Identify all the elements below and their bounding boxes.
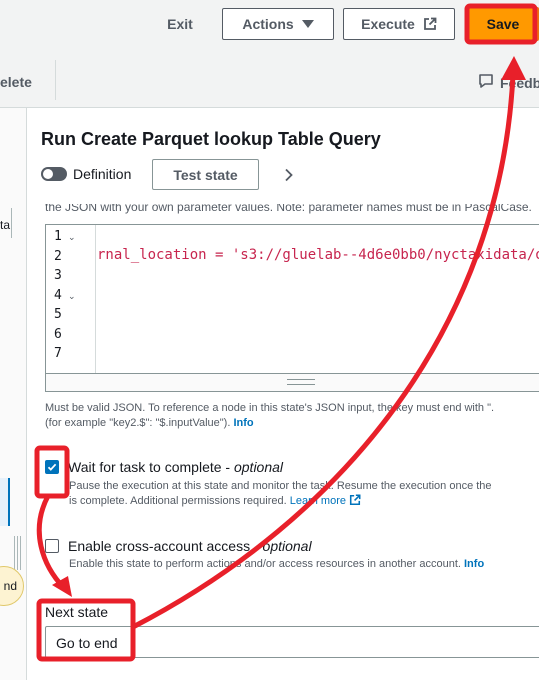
fold-chevron-icon[interactable]: ⌄ (68, 232, 76, 243)
line-number: 1 (54, 229, 62, 244)
desc-line: is complete. Additional permissions requ… (69, 494, 492, 509)
feedback-button[interactable]: Feedb (478, 73, 539, 92)
wait-label-text: Wait for task to complete - (68, 459, 234, 475)
canvas-node-label: nd (3, 579, 17, 593)
canvas-connector (11, 208, 12, 238)
line-number-gutter: 1 ⌄ 2 3 4 ⌄ 5 6 7 (46, 225, 96, 373)
help-example: (for example "key2.$": "$.inputValue"). (45, 417, 231, 429)
optional-tag: optional (233, 459, 284, 475)
top-bar: Exit Actions Execute Save (0, 0, 539, 50)
test-state-button[interactable]: Test state (152, 159, 259, 190)
save-button[interactable]: Save (467, 7, 539, 41)
optional-tag: optional (262, 538, 312, 554)
actions-button[interactable]: Actions (222, 8, 334, 40)
code-line[interactable]: rnal_location = 's3://gluelab--4d6e0bb0/… (97, 247, 539, 263)
toolbar-divider (55, 60, 56, 100)
definition-label: Definition (73, 166, 132, 182)
canvas-end-node[interactable]: nd (0, 566, 24, 606)
editor-footer (46, 373, 539, 391)
actions-label: Actions (242, 16, 294, 32)
desc-line: Pause the execution at this state and mo… (69, 480, 492, 492)
help-line: Must be valid JSON. To reference a node … (45, 402, 495, 414)
execute-button[interactable]: Execute (343, 8, 455, 40)
feedback-icon (478, 73, 494, 92)
definition-toggle[interactable] (41, 167, 67, 181)
learn-more-link[interactable]: Learn more (290, 495, 346, 507)
next-state-label: Next state (45, 604, 109, 620)
line-number: 4 (54, 288, 62, 303)
api-parameters-editor[interactable]: 1 ⌄ 2 3 4 ⌄ 5 6 7 rnal_location = 's3://… (45, 224, 539, 392)
line-number: 3 (54, 268, 62, 283)
cross-account-description: Enable this state to perform actions and… (69, 557, 484, 572)
toggle-knob (43, 169, 53, 179)
delete-button[interactable]: elete (0, 74, 32, 90)
json-help-text: Must be valid JSON. To reference a node … (45, 401, 539, 431)
feedback-label: Feedb (500, 74, 539, 91)
line-number: 5 (54, 307, 62, 322)
design-toolbar: elete Feedb (0, 50, 539, 108)
execute-label: Execute (361, 16, 415, 32)
canvas-state-node[interactable]: ta (0, 218, 10, 232)
wait-for-task-label[interactable]: Wait for task to complete - optional (68, 459, 283, 475)
desc-line: Enable this state to perform actions and… (69, 557, 484, 572)
chevron-right-icon[interactable] (284, 168, 294, 187)
cross-label-text: Enable cross-account access - (68, 538, 263, 554)
wait-for-task-checkbox[interactable] (45, 460, 59, 474)
canvas-selected-state[interactable] (0, 478, 10, 526)
external-link-icon (349, 494, 361, 507)
wait-for-task-description: Pause the execution at this state and mo… (69, 479, 492, 509)
help-line: (for example "key2.$": "$.inputValue"). … (45, 416, 539, 431)
caret-down-icon (301, 20, 314, 28)
workflow-canvas[interactable]: ta nd (0, 108, 27, 680)
line-number: 7 (54, 346, 62, 361)
info-link[interactable]: Info (233, 417, 253, 429)
cross-account-checkbox[interactable] (45, 539, 59, 553)
desc-text: Enable this state to perform actions and… (69, 558, 461, 570)
desc-text: is complete. Additional permissions requ… (69, 495, 287, 507)
panel-resize-grip[interactable] (14, 536, 22, 570)
inspector-panel: Run Create Parquet lookup Table Query De… (27, 108, 539, 680)
exit-button[interactable]: Exit (150, 8, 210, 40)
panel-title: Run Create Parquet lookup Table Query (41, 129, 381, 149)
checkmark-icon (47, 463, 57, 471)
cross-account-label[interactable]: Enable cross-account access - optional (68, 538, 312, 554)
next-state-select[interactable]: Go to end (45, 626, 539, 658)
line-number: 2 (54, 249, 62, 264)
parameters-description: the JSON with your own parameter values.… (45, 204, 532, 214)
line-number: 6 (54, 327, 62, 342)
editor-resize-handle[interactable] (287, 379, 315, 385)
info-link[interactable]: Info (464, 558, 484, 570)
external-link-icon (423, 17, 437, 31)
fold-chevron-icon[interactable]: ⌄ (68, 291, 76, 302)
